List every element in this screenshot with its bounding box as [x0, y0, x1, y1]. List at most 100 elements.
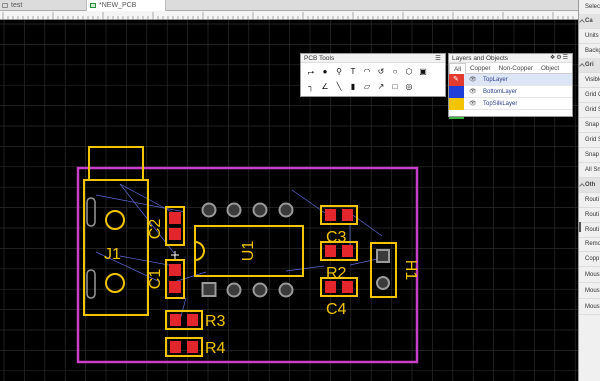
property-section-header[interactable]: Oth	[579, 178, 600, 193]
eye-icon[interactable]: 👁	[469, 74, 477, 86]
solid-region-tool-icon[interactable]: ⬡	[403, 65, 415, 78]
c3-pad	[342, 209, 353, 221]
route-track-tool-icon[interactable]: ⮣	[305, 65, 317, 78]
property-row[interactable]: Snap	[579, 148, 600, 163]
property-row[interactable]: Routi	[579, 223, 600, 238]
image-tool-icon[interactable]: ▣	[417, 65, 429, 78]
c2-pad	[169, 228, 181, 240]
property-section-header[interactable]: Gri	[579, 58, 600, 73]
component-c3[interactable]	[320, 205, 358, 225]
arc-tool-icon[interactable]: ◠	[361, 65, 373, 78]
r3-pad	[187, 314, 198, 326]
component-c1[interactable]	[165, 259, 185, 299]
text-tool-icon[interactable]: T	[347, 65, 359, 78]
tab-label: test	[11, 2, 23, 9]
cursor-crosshair	[171, 251, 179, 259]
pcb-tools-header[interactable]: PCB Tools ☰	[301, 54, 445, 63]
circle-tool-icon[interactable]: ○	[389, 65, 401, 78]
h1-pin-pad	[376, 276, 390, 290]
layers-panel-header[interactable]: Layers and Objects ❖⚙☰	[449, 54, 572, 63]
tab-non-copper[interactable]: Non-Copper	[495, 63, 537, 74]
r4-pad	[187, 341, 198, 353]
layer-name: TopSilkLayer	[483, 101, 518, 107]
eye-icon[interactable]: 👁	[469, 98, 477, 110]
properties-panel: SelecCaUnitsBackgGriVisibleGrid CGrid SS…	[578, 0, 600, 381]
property-row[interactable]: Backg	[579, 44, 600, 59]
tab-copper[interactable]: Copper	[466, 63, 495, 74]
u1-pin-pad	[201, 202, 217, 218]
layer-row-bottomlayer[interactable]: 👁 BottomLayer	[449, 86, 572, 98]
property-row[interactable]: Units	[579, 29, 600, 44]
property-row[interactable]: Grid C	[579, 88, 600, 103]
pcb-tools-title: PCB Tools	[304, 55, 335, 62]
property-row[interactable]: Mous	[579, 284, 600, 299]
tab-test[interactable]: test	[2, 0, 84, 11]
designator-c4: C4	[326, 301, 347, 318]
designator-r3: R3	[205, 313, 226, 330]
eye-icon[interactable]: 👁	[469, 86, 477, 98]
r2-pad	[342, 245, 353, 257]
property-row[interactable]: Selec	[579, 0, 600, 15]
pcb-document-icon	[90, 3, 96, 8]
measure-tool-icon[interactable]: ↗	[375, 80, 387, 93]
pcb-tools-panel[interactable]: PCB Tools ☰ ⮣ ● ⚲ T ◠ ↺ ○ ⬡ ▣ ┐ ∠ ╲ ▮ ▱ ↗ □ ◎	[300, 53, 446, 97]
designator-j1: J1	[104, 246, 121, 263]
designator-r2: R2	[326, 265, 347, 282]
u1-pin-pad	[278, 202, 294, 218]
component-r4[interactable]	[165, 337, 203, 357]
j1-slot-pad	[86, 269, 96, 299]
layer-row-topsilklayer[interactable]: 👁 TopSilkLayer	[449, 98, 572, 110]
menu-icon[interactable]: ☰	[563, 55, 569, 61]
copper-area-tool-icon[interactable]: ▮	[347, 80, 359, 93]
layer-color-swatch-partial	[449, 117, 464, 119]
hole-tool-icon[interactable]: □	[389, 80, 401, 93]
folder-icon	[2, 3, 8, 8]
square-tool-icon[interactable]: ▱	[361, 80, 373, 93]
property-row[interactable]: Visible	[579, 73, 600, 88]
property-row[interactable]: Mous	[579, 268, 600, 283]
pcb-canvas[interactable]: J1 U1 C2 C1 C3 R2 C4 R3 R4 H1 PCB Tools …	[0, 20, 578, 381]
document-tab-bar: test *NEW_PCB	[0, 0, 578, 11]
property-row[interactable]: Grid S	[579, 133, 600, 148]
property-row[interactable]: Snap	[579, 118, 600, 133]
pad-tool-icon[interactable]: ⚲	[333, 65, 345, 78]
tool-row-2: ┐ ∠ ╲ ▮ ▱ ↗ □ ◎	[301, 78, 445, 93]
component-j1[interactable]	[83, 146, 149, 316]
layer-name: TopLayer	[483, 77, 508, 83]
tab-new-pcb[interactable]: *NEW_PCB	[86, 0, 166, 11]
layers-tabs: All Copper Non-Copper Object	[449, 63, 572, 74]
layers-objects-panel[interactable]: Layers and Objects ❖⚙☰ All Copper Non-Co…	[448, 53, 573, 119]
line-tool-icon[interactable]: ┐	[305, 80, 317, 93]
hamburger-icon[interactable]: ☰	[435, 54, 441, 63]
layer-color-swatch[interactable]	[449, 86, 464, 98]
ratsnest	[95, 183, 383, 321]
connect-pad-tool-icon[interactable]: ╲	[333, 80, 345, 93]
layer-color-swatch[interactable]: ✎	[449, 74, 464, 86]
horizontal-ruler	[0, 11, 578, 20]
tab-object[interactable]: Object	[537, 63, 563, 74]
panel-splitter[interactable]	[579, 222, 581, 232]
via-tool-icon[interactable]: ●	[319, 65, 331, 78]
property-section-header[interactable]: Ca	[579, 14, 600, 29]
property-row[interactable]: Copp	[579, 252, 600, 267]
property-row[interactable]: Routi	[579, 193, 600, 208]
dimension-tool-icon[interactable]: ∠	[319, 80, 331, 93]
tab-all[interactable]: All	[449, 63, 466, 74]
property-row[interactable]: Routi	[579, 208, 600, 223]
property-row[interactable]: Grid S	[579, 103, 600, 118]
layer-color-swatch[interactable]	[449, 98, 464, 110]
property-row[interactable]: All Sn	[579, 163, 600, 178]
board-outline	[76, 166, 419, 364]
component-r3[interactable]	[165, 310, 203, 330]
photo-tool-icon[interactable]: ◎	[403, 80, 415, 93]
designator-u1: U1	[240, 241, 257, 262]
layer-row-toplayer[interactable]: ✎ 👁 TopLayer	[449, 74, 572, 86]
component-c2[interactable]	[165, 206, 185, 246]
r2-pad	[325, 245, 336, 257]
c2-pad	[169, 212, 181, 224]
circle-arc-tool-icon[interactable]: ↺	[375, 65, 387, 78]
property-row[interactable]: Mous	[579, 300, 600, 315]
layer-name: BottomLayer	[483, 89, 518, 95]
layers-panel-title: Layers and Objects	[452, 55, 509, 62]
property-row[interactable]: Remo	[579, 237, 600, 252]
